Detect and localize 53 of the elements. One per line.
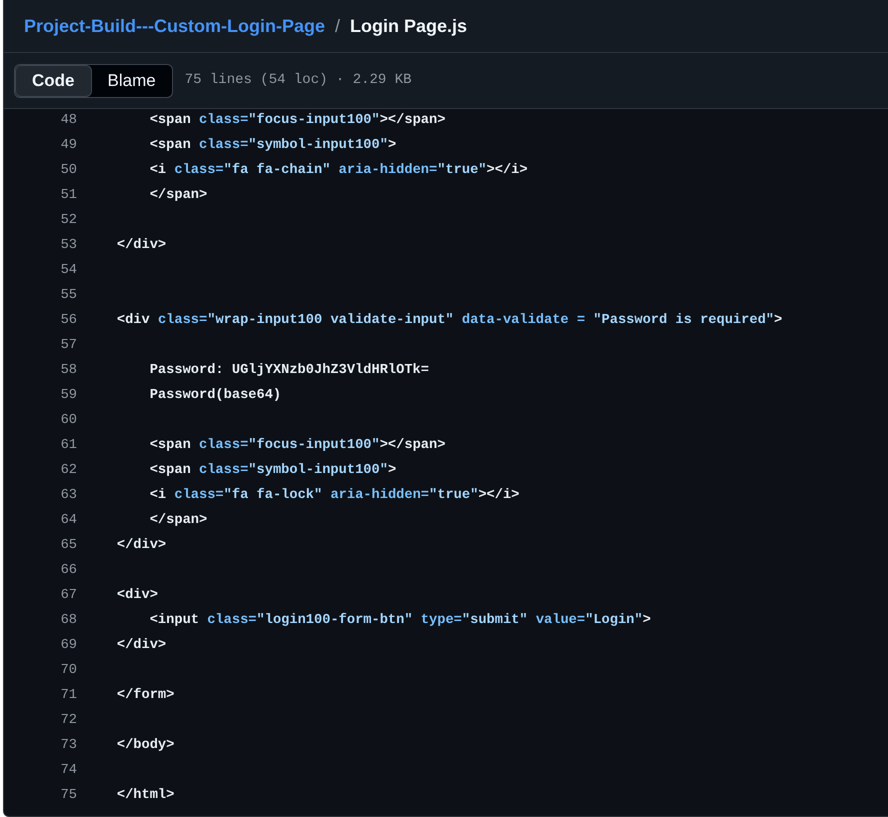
line-number: 74 bbox=[60, 762, 77, 780]
line-number: 72 bbox=[60, 712, 77, 730]
line-number: 60 bbox=[60, 412, 77, 430]
line-number: 57 bbox=[60, 337, 77, 356]
line-number: 56 bbox=[60, 312, 77, 330]
code-line: </form> bbox=[116, 686, 174, 706]
line-number: 68 bbox=[60, 612, 77, 630]
code-line: <span class="symbol-input100"> bbox=[148, 462, 396, 480]
line-number: 69 bbox=[60, 637, 77, 656]
code-line: Password(base64) bbox=[148, 387, 282, 406]
line-number: 73 bbox=[60, 737, 77, 756]
line-number: 70 bbox=[60, 662, 77, 680]
line-number: 51 bbox=[60, 187, 77, 206]
line-number: 75 bbox=[60, 787, 77, 806]
line-number: 53 bbox=[60, 237, 77, 256]
line-number: 62 bbox=[60, 462, 77, 480]
line-number: 61 bbox=[60, 437, 77, 456]
view-tab[interactable]: Code bbox=[15, 64, 92, 96]
code-line: </div> bbox=[116, 537, 166, 556]
line-number: 67 bbox=[60, 587, 77, 606]
code-line: <span class="symbol-input100"> bbox=[148, 137, 396, 156]
line-number: 58 bbox=[60, 362, 77, 380]
line-number: 64 bbox=[60, 512, 77, 530]
code-line: <div class="wrap-input100 validate-input" data-validate = "Password is required"> bbox=[116, 312, 782, 330]
line-number: 54 bbox=[60, 262, 77, 280]
code-line: <i class="fa fa-chain" aria-hidden="true"></i> bbox=[148, 162, 528, 180]
line-number: 65 bbox=[60, 537, 77, 556]
code-line: Password: UGljYXNzb0JhZ3VldHRlOTk= bbox=[148, 362, 429, 380]
code-line: <div> bbox=[116, 587, 158, 606]
line-number: 59 bbox=[60, 387, 77, 406]
code-line: </span> bbox=[148, 512, 208, 530]
code-line: <input class="login100-form-btn" type="submit" value="Login"> bbox=[148, 612, 651, 630]
view-tab[interactable]: Blame bbox=[92, 64, 172, 96]
code-line: <i class="fa fa-lock" aria-hidden="true"></i> bbox=[148, 486, 520, 506]
line-number: 52 bbox=[60, 212, 77, 230]
code-line: </html> bbox=[116, 787, 174, 806]
code-line: </span> bbox=[148, 187, 208, 206]
line-number: 48 bbox=[60, 112, 77, 130]
code-line: <span class="focus-input100"></span> bbox=[148, 436, 446, 456]
line-number: 50 bbox=[60, 162, 77, 180]
repo-link[interactable]: Project-Build---Custom-Login-Page bbox=[24, 12, 325, 40]
line-number: 71 bbox=[60, 687, 77, 706]
file-info: 75 lines (54 loc) · 2.29 KB bbox=[184, 71, 412, 90]
line-number: 55 bbox=[60, 287, 77, 306]
code-line: <span class="focus-input100"></span> bbox=[148, 112, 446, 130]
line-number: 49 bbox=[60, 137, 77, 156]
file-name: Login Page.js bbox=[350, 14, 468, 38]
code-line: </div> bbox=[116, 237, 166, 256]
path-separator: / bbox=[334, 14, 340, 38]
line-number: 66 bbox=[60, 562, 77, 580]
line-number: 63 bbox=[60, 487, 77, 506]
code-line: </body> bbox=[116, 737, 174, 756]
code-line: </div> bbox=[116, 637, 166, 656]
